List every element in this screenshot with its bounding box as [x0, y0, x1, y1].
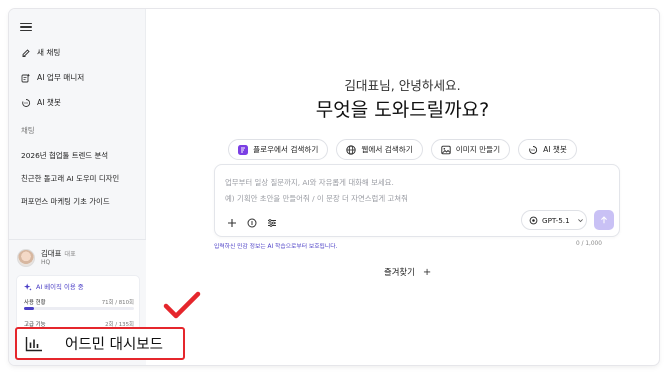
- greeting-text: 김대표님, 안녕하세요.: [344, 78, 461, 93]
- checkmark-icon: [163, 291, 201, 319]
- create-image-button[interactable]: 이미지 만들기: [430, 139, 511, 160]
- usage-label: 사용 현황: [24, 300, 46, 306]
- sidebar-item-ai-chatbot[interactable]: AI 챗봇: [21, 97, 61, 108]
- sidebar-item-label: 새 채팅: [37, 48, 61, 57]
- tasks-icon: [21, 73, 30, 82]
- chat-section-label: 채팅: [21, 126, 35, 135]
- input-placeholder: 업무부터 일상 질문까지, AI와 자유롭게 대화해 보세요.: [225, 178, 394, 187]
- usage-value: 71회 / 810회: [101, 300, 134, 306]
- web-search-button[interactable]: 웹에서 검색하기: [336, 139, 423, 160]
- chat-history-item[interactable]: 2026년 협업툴 트렌드 분석: [21, 150, 108, 161]
- add-attachment-button[interactable]: [226, 217, 238, 229]
- globe-icon: [346, 144, 357, 155]
- info-icon: [247, 218, 257, 228]
- usage-bar: [24, 307, 134, 310]
- sidebar-item-label: AI 챗봇: [37, 98, 61, 107]
- char-counter: 0 / 1,000: [576, 241, 602, 247]
- model-select[interactable]: GPT-5.1: [521, 210, 587, 230]
- arrow-up-icon: [601, 216, 607, 224]
- input-placeholder: 예) 기획안 초안을 만들어줘 / 이 문장 더 자연스럽게 고쳐줘: [225, 194, 408, 203]
- sidebar-item-new-chat[interactable]: 새 채팅: [21, 47, 60, 58]
- plus-icon: [228, 219, 236, 227]
- sparkle-icon: [24, 282, 32, 291]
- action-label: 이미지 만들기: [455, 145, 501, 154]
- settings-button[interactable]: [266, 217, 278, 229]
- app-window: 새 채팅 AI 업무 매니저 AI 챗봇 채팅 2026년 협업툴 트렌드 분석…: [9, 9, 659, 365]
- usage-row: 사용 현황 71회 / 810회: [24, 298, 134, 310]
- image-icon: [441, 145, 451, 154]
- action-label: 플로우에서 검색하기: [253, 145, 319, 154]
- action-label: 웹에서 검색하기: [361, 145, 413, 154]
- action-label: AI 챗봇: [543, 145, 567, 154]
- profile-org: HQ: [41, 259, 51, 266]
- main-content: 김대표님, 안녕하세요. 무엇을 도와드릴까요? 플로우에서 검색하기 웹에서 …: [146, 9, 659, 365]
- usage-title: AI 베이직 이용 중: [36, 283, 84, 291]
- bar-chart-icon: [25, 336, 42, 351]
- sidebar: 새 채팅 AI 업무 매니저 AI 챗봇 채팅 2026년 협업툴 트렌드 분석…: [9, 9, 146, 365]
- send-button[interactable]: [594, 210, 614, 230]
- page-title: 무엇을 도와드릴까요?: [315, 99, 490, 121]
- search-flow-button[interactable]: 플로우에서 검색하기: [228, 139, 329, 160]
- sliders-icon: [268, 219, 276, 227]
- model-label: GPT-5.1: [542, 215, 570, 225]
- quick-actions: 플로우에서 검색하기 웹에서 검색하기 이미지 만들기 AI 챗봇: [146, 139, 659, 160]
- plus-icon: +: [422, 266, 432, 278]
- sidebar-item-label: AI 업무 매니저: [37, 73, 85, 82]
- model-icon: [529, 216, 538, 224]
- bot-icon: [22, 98, 31, 107]
- flow-icon: [238, 144, 249, 155]
- admin-dashboard-label: 어드민 대시보드: [65, 337, 163, 353]
- favorites-label: 즐겨찾기: [384, 267, 415, 277]
- chat-history-item[interactable]: 친근한 돌고래 AI 도우미 디자인: [21, 173, 119, 184]
- usage-bar-fill: [24, 307, 34, 310]
- sidebar-item-ai-task-manager[interactable]: AI 업무 매니저: [21, 72, 84, 83]
- favorites-button[interactable]: 즐겨찾기 +: [384, 266, 431, 278]
- tool-button[interactable]: [246, 217, 258, 229]
- profile-name: 김대표: [41, 249, 62, 258]
- chat-history-item[interactable]: 퍼포먼스 마케팅 기초 가이드: [21, 196, 110, 207]
- ai-chatbot-button[interactable]: AI 챗봇: [518, 139, 577, 160]
- avatar[interactable]: [17, 249, 35, 267]
- chat-input[interactable]: 업무부터 일상 질문까지, AI와 자유롭게 대화해 보세요. 예) 기획안 초…: [214, 164, 620, 237]
- menu-icon[interactable]: [19, 21, 33, 33]
- edit-icon: [22, 48, 30, 57]
- privacy-note: 입력하신 민감 정보는 AI 학습으로부터 보호됩니다.: [214, 244, 338, 250]
- profile-role: 대표: [64, 251, 76, 258]
- chevron-down-icon: [577, 218, 583, 222]
- bot-icon: [529, 145, 538, 154]
- admin-dashboard-button[interactable]: 어드민 대시보드: [15, 327, 185, 360]
